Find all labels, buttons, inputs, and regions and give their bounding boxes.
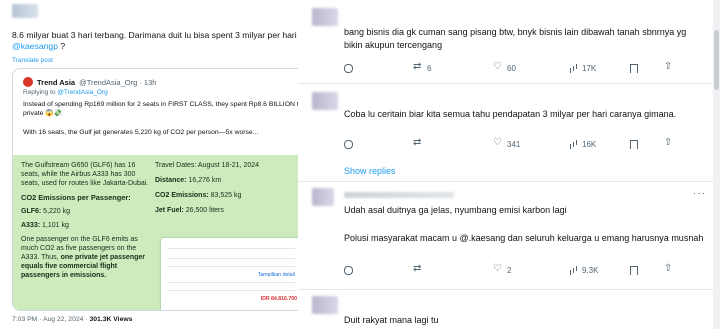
heart-icon	[493, 263, 503, 275]
quoted-body-1: Instead of spending Rp169 million for 2 …	[23, 101, 312, 117]
share-icon	[664, 263, 673, 275]
views-button[interactable]: 17K	[569, 64, 596, 73]
reply-item[interactable]: Duit rakyat mana lagi tu	[298, 290, 720, 329]
co2-per-passenger-heading: CO2 Emissions per Passenger:	[21, 193, 131, 202]
reply-author-name[interactable]	[344, 192, 454, 198]
bookmark-icon	[629, 64, 638, 73]
trend-asia-avatar[interactable]	[23, 77, 33, 87]
share-button[interactable]	[664, 263, 673, 275]
tweet-author-header[interactable]	[0, 0, 60, 18]
mention-link[interactable]: @kaesangp	[12, 41, 58, 51]
reply-text: Coba lu ceritain biar kita semua tahu pe…	[344, 109, 677, 119]
reply-text-line-2: Polusi masyarakat macam u @.kaesang dan …	[344, 233, 704, 243]
quoted-author-name[interactable]: Trend Asia	[37, 78, 75, 87]
tweet-meta: 7:03 PM · Aug 22, 2024 · 301.3K Views	[12, 316, 132, 323]
repost-button[interactable]: 6	[413, 61, 431, 73]
tweet-timestamp[interactable]: 7:03 PM · Aug 22, 2024 ·	[12, 316, 89, 323]
share-icon	[664, 137, 673, 149]
aircraft-comparison-text: The Gulfstream G650 (GLF6) has 16 seats,…	[21, 162, 149, 187]
bookmark-icon	[629, 266, 638, 275]
reply-item[interactable]: Coba lu ceritain biar kita semua tahu pe…	[298, 84, 720, 182]
glf6-emission: GLF6: 5,220 kg	[21, 208, 71, 215]
share-button[interactable]	[664, 61, 673, 73]
repost-button[interactable]	[413, 137, 423, 149]
reply-actions: 2 9.3K	[344, 263, 704, 278]
flight-ticket-screenshot: Tampilkan detail IDR 84.816.700	[161, 238, 301, 310]
scrollbar[interactable]	[713, 0, 720, 329]
reply-button[interactable]	[344, 140, 353, 149]
reply-avatar[interactable]	[312, 296, 338, 314]
like-button[interactable]: 341	[493, 137, 520, 149]
scrollbar-thumb[interactable]	[714, 30, 719, 90]
bookmark-button[interactable]	[629, 140, 638, 149]
reply-icon	[344, 266, 353, 275]
quoted-tweet[interactable]: Trend Asia @TrendAsia_Org · 13h Replying…	[12, 68, 340, 311]
bookmark-button[interactable]	[629, 64, 638, 73]
show-replies-link[interactable]: Show replies	[344, 166, 396, 176]
bookmark-button[interactable]	[629, 266, 638, 275]
tweet-views: 301.3K Views	[89, 316, 133, 323]
views-button[interactable]: 16K	[569, 140, 596, 149]
reply-text: bang bisnis dia gk cuman sang pisang btw…	[344, 27, 687, 50]
bookmark-icon	[629, 140, 638, 149]
infographic-left-column: The Gulfstream G650 (GLF6) has 16 seats,…	[21, 161, 151, 285]
replying-to: Replying to @TrendAsia_Org	[23, 89, 108, 96]
heart-icon	[493, 61, 503, 73]
reply-actions: 341 16K	[344, 137, 704, 152]
share-button[interactable]	[664, 137, 673, 149]
tweet-text: 8.6 milyar buat 3 hari terbang. Darimana…	[12, 30, 312, 51]
repost-button[interactable]	[413, 263, 423, 275]
reply-button[interactable]	[344, 64, 353, 73]
repost-icon	[413, 61, 423, 73]
reply-item[interactable]: ··· Udah asal duitnya ga jelas, nyumbang…	[298, 182, 720, 290]
author-avatar[interactable]	[12, 4, 38, 18]
a333-emission: A333: 1,101 kg	[21, 222, 69, 229]
replies-panel: bang bisnis dia gk cuman sang pisang btw…	[298, 0, 720, 329]
more-options-icon[interactable]: ···	[693, 188, 706, 199]
heart-icon	[493, 137, 503, 149]
reply-actions: 6 60 17K	[344, 61, 704, 76]
reply-icon	[344, 64, 353, 73]
reply-button[interactable]	[344, 266, 353, 275]
replying-to-mention[interactable]: @TrendAsia_Org	[57, 89, 107, 96]
reply-avatar[interactable]	[312, 8, 338, 26]
emission-conclusion-text: One passenger on the GLF6 emits as much …	[21, 236, 145, 279]
translate-post-link[interactable]: Translate post	[12, 57, 53, 64]
reply-item[interactable]: bang bisnis dia gk cuman sang pisang btw…	[298, 0, 720, 84]
views-button[interactable]: 9.3K	[569, 266, 598, 275]
views-icon	[569, 266, 578, 275]
views-icon	[569, 64, 578, 73]
quoted-body-2: With 16 seats, the Gulf jet generates 5,…	[23, 129, 259, 136]
reply-avatar[interactable]	[312, 92, 338, 110]
views-icon	[569, 140, 578, 149]
repost-icon	[413, 263, 423, 275]
like-button[interactable]: 2	[493, 263, 511, 275]
reply-avatar[interactable]	[312, 188, 334, 206]
reply-text-line-1: Udah asal duitnya ga jelas, nyumbang emi…	[344, 205, 567, 215]
quoted-tweet-header: Trend Asia @TrendAsia_Org · 13h	[23, 77, 156, 87]
ticket-price: IDR 84.816.700	[260, 296, 297, 302]
reply-icon	[344, 140, 353, 149]
like-button[interactable]: 60	[493, 61, 516, 73]
share-icon	[664, 61, 673, 73]
repost-icon	[413, 137, 423, 149]
reply-text: Duit rakyat mana lagi tu	[344, 315, 439, 325]
emissions-infographic[interactable]: The Gulfstream G650 (GLF6) has 16 seats,…	[13, 155, 339, 310]
quoted-author-handle: @TrendAsia_Org · 13h	[79, 77, 157, 87]
ticket-detail-link: Tampilkan detail	[257, 272, 295, 278]
